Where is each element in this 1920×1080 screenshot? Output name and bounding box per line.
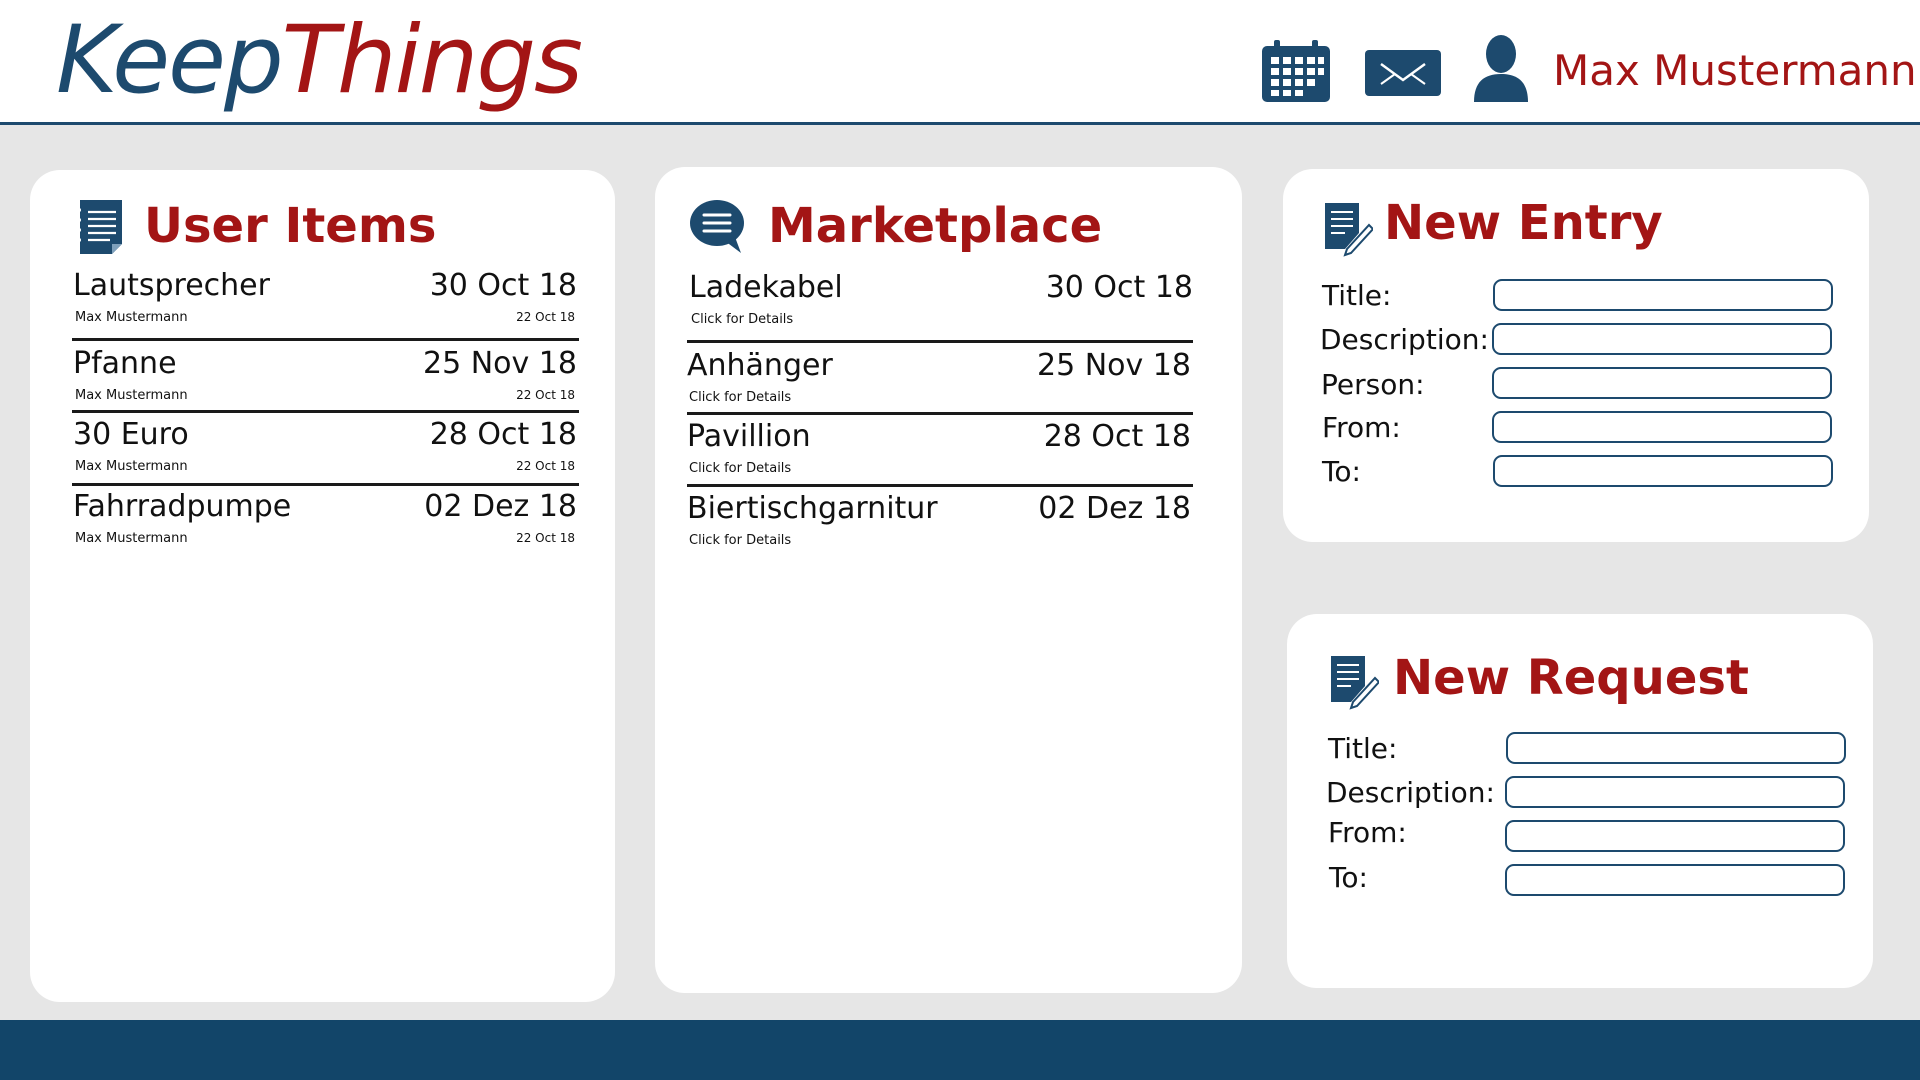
edit-document-icon: [1325, 203, 1375, 257]
user-item[interactable]: Pfanne 25 Nov 18 Max Mustermann 22 Oct 1…: [73, 346, 577, 414]
item-date: 28 Oct 18: [429, 417, 577, 452]
item-name: Fahrradpumpe: [73, 489, 292, 524]
user-icon[interactable]: [1472, 34, 1530, 102]
field-label: Title:: [1328, 732, 1398, 765]
marketplace-panel: Marketplace Ladekabel 30 Oct 18 Click fo…: [655, 167, 1242, 993]
field-label: From:: [1328, 816, 1407, 849]
field-label: Description:: [1320, 323, 1489, 356]
item-owner: Max Mustermann: [75, 388, 188, 403]
item-date: 02 Dez 18: [424, 489, 577, 524]
from-input[interactable]: [1492, 411, 1832, 443]
details-link[interactable]: Click for Details: [691, 312, 793, 327]
marketplace-item[interactable]: Biertischgarnitur 02 Dez 18 Click for De…: [687, 491, 1191, 559]
field-label: Title:: [1322, 279, 1392, 312]
description-input[interactable]: [1492, 323, 1832, 355]
divider: [72, 410, 579, 413]
details-link[interactable]: Click for Details: [689, 533, 791, 548]
item-name: 30 Euro: [73, 417, 189, 452]
item-name: Anhänger: [687, 348, 833, 383]
person-input[interactable]: [1492, 367, 1832, 399]
details-link[interactable]: Click for Details: [689, 390, 791, 405]
user-item[interactable]: Lautsprecher 30 Oct 18 Max Mustermann 22…: [73, 268, 577, 336]
logo-keep: Keep: [56, 6, 284, 115]
item-date: 25 Nov 18: [423, 346, 577, 381]
field-label: From:: [1322, 411, 1401, 444]
title-input[interactable]: [1493, 279, 1833, 311]
divider: [687, 484, 1193, 487]
field-label: To:: [1322, 455, 1361, 488]
logo-things: Things: [281, 6, 583, 115]
user-item[interactable]: Fahrradpumpe 02 Dez 18 Max Mustermann 22…: [73, 489, 577, 557]
to-input[interactable]: [1493, 455, 1833, 487]
marketplace-item[interactable]: Anhänger 25 Nov 18 Click for Details: [687, 348, 1191, 416]
item-sub-date: 22 Oct 18: [516, 531, 575, 545]
item-name: Biertischgarnitur: [687, 491, 938, 526]
user-item[interactable]: 30 Euro 28 Oct 18 Max Mustermann 22 Oct …: [73, 417, 577, 485]
user-items-title: User Items: [144, 198, 437, 254]
field-label: To:: [1329, 861, 1368, 894]
divider: [687, 412, 1193, 415]
user-items-panel: User Items Lautsprecher 30 Oct 18 Max Mu…: [30, 170, 615, 1002]
field-label: Person:: [1321, 368, 1425, 401]
item-sub-date: 22 Oct 18: [516, 388, 575, 402]
item-owner: Max Mustermann: [75, 459, 188, 474]
item-date: 02 Dez 18: [1038, 491, 1191, 526]
divider: [72, 338, 579, 341]
marketplace-item[interactable]: Ladekabel 30 Oct 18 Click for Details: [689, 270, 1193, 338]
field-label: Description:: [1326, 776, 1495, 809]
marketplace-item[interactable]: Pavillion 28 Oct 18 Click for Details: [687, 419, 1191, 487]
new-request-title: New Request: [1393, 650, 1749, 706]
item-name: Lautsprecher: [73, 268, 270, 303]
item-name: Pavillion: [687, 419, 811, 454]
notepad-list-icon: [76, 200, 126, 254]
item-date: 28 Oct 18: [1043, 419, 1191, 454]
divider: [72, 483, 579, 486]
chat-bubble-icon: [689, 199, 745, 253]
item-date: 30 Oct 18: [429, 268, 577, 303]
app-logo[interactable]: KeepThings: [56, 14, 583, 108]
item-sub-date: 22 Oct 18: [516, 310, 575, 324]
item-owner: Max Mustermann: [75, 531, 188, 546]
user-name[interactable]: Max Mustermann: [1553, 46, 1917, 95]
calendar-icon[interactable]: [1262, 40, 1330, 102]
new-entry-title: New Entry: [1384, 195, 1663, 251]
item-owner: Max Mustermann: [75, 310, 188, 325]
from-input[interactable]: [1505, 820, 1845, 852]
new-request-panel: New Request Title: Description: From: To…: [1287, 614, 1873, 988]
item-name: Pfanne: [73, 346, 177, 381]
mail-icon[interactable]: [1365, 50, 1441, 96]
item-name: Ladekabel: [689, 270, 843, 305]
description-input[interactable]: [1505, 776, 1845, 808]
title-input[interactable]: [1506, 732, 1846, 764]
app-header: KeepThings Max Mustermann: [0, 0, 1920, 125]
marketplace-title: Marketplace: [768, 198, 1103, 254]
divider: [687, 340, 1193, 343]
to-input[interactable]: [1505, 864, 1845, 896]
item-date: 25 Nov 18: [1037, 348, 1191, 383]
details-link[interactable]: Click for Details: [689, 461, 791, 476]
app-footer: [0, 1020, 1920, 1080]
new-entry-panel: New Entry Title: Description: Person: Fr…: [1283, 169, 1869, 542]
edit-document-icon: [1331, 656, 1381, 710]
item-date: 30 Oct 18: [1045, 270, 1193, 305]
item-sub-date: 22 Oct 18: [516, 459, 575, 473]
